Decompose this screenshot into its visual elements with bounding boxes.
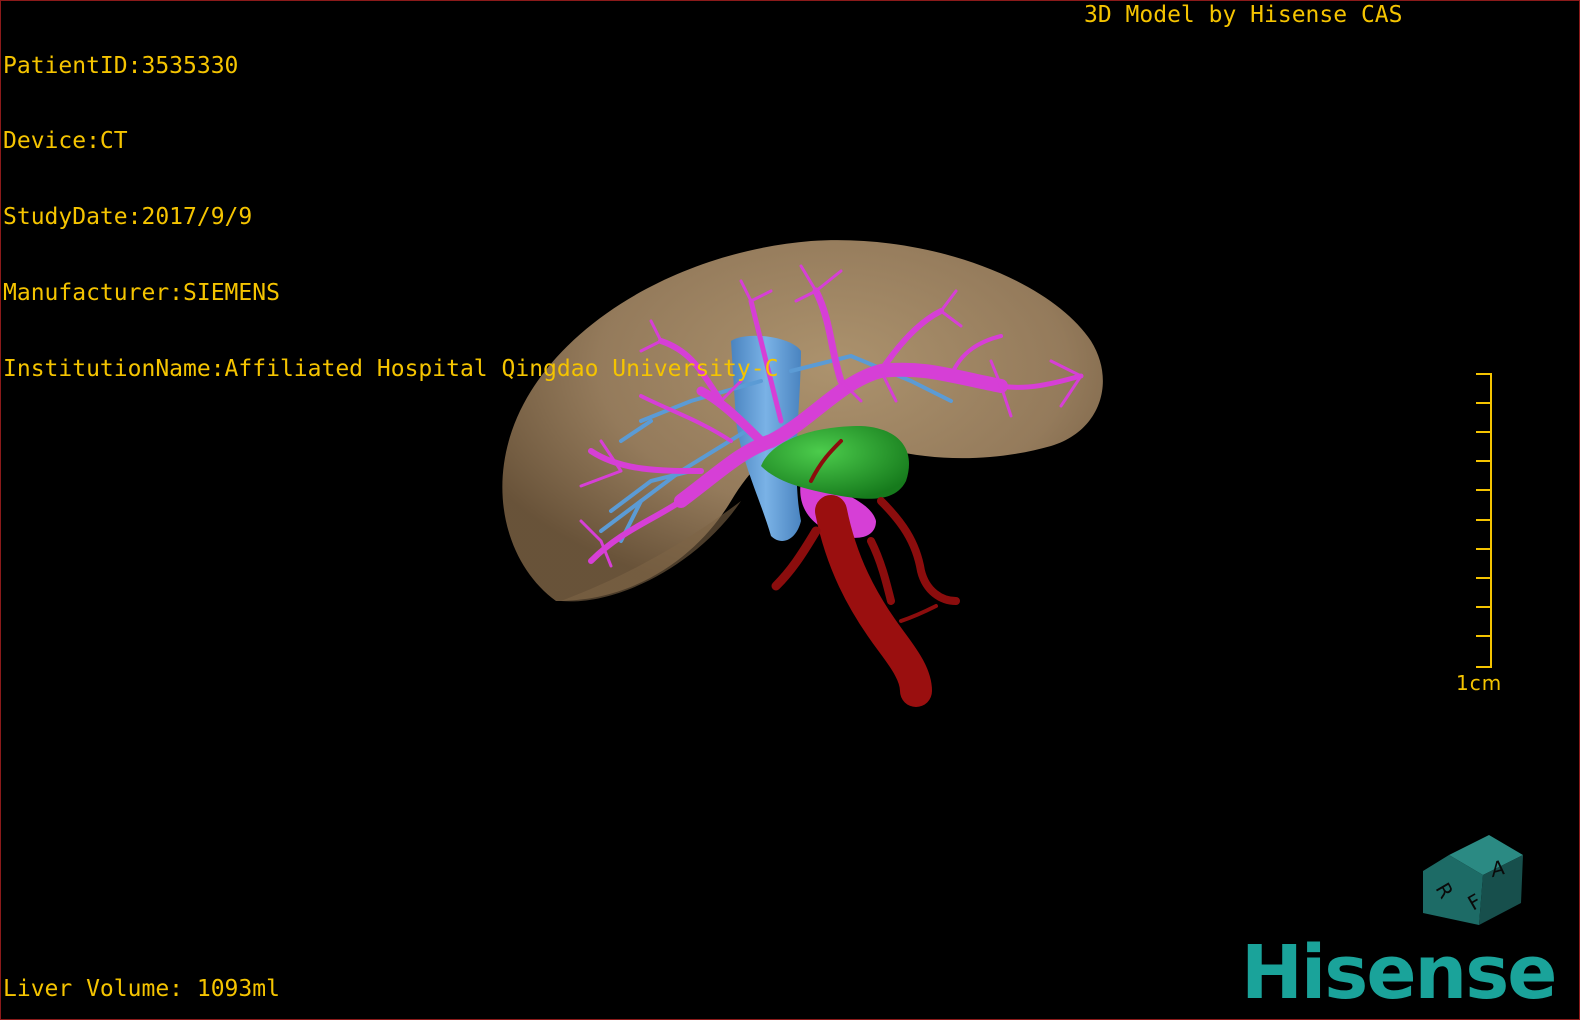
patient-id: PatientID:3535330 <box>3 52 239 79</box>
scale-bar <box>1476 373 1492 668</box>
model-credit: 3D Model by Hisense CAS <box>1084 2 1403 28</box>
study-date: StudyDate:2017/9/9 <box>3 204 253 231</box>
liver-volume: Liver Volume: 1093ml <box>3 976 280 1002</box>
hisense-logo: Hisense <box>1241 930 1557 1016</box>
institution-name: InstitutionName:Affiliated Hospital Qing… <box>3 356 779 383</box>
device: Device:CT <box>3 128 128 155</box>
dicom-info-overlay: PatientID:3535330 Device:CT StudyDate:20… <box>3 3 778 433</box>
scale-label: 1cm <box>1456 671 1503 695</box>
orientation-cube[interactable]: A R F <box>1421 833 1531 943</box>
3d-viewport[interactable]: PatientID:3535330 Device:CT StudyDate:20… <box>0 0 1580 1020</box>
manufacturer: Manufacturer:SIEMENS <box>3 280 280 307</box>
